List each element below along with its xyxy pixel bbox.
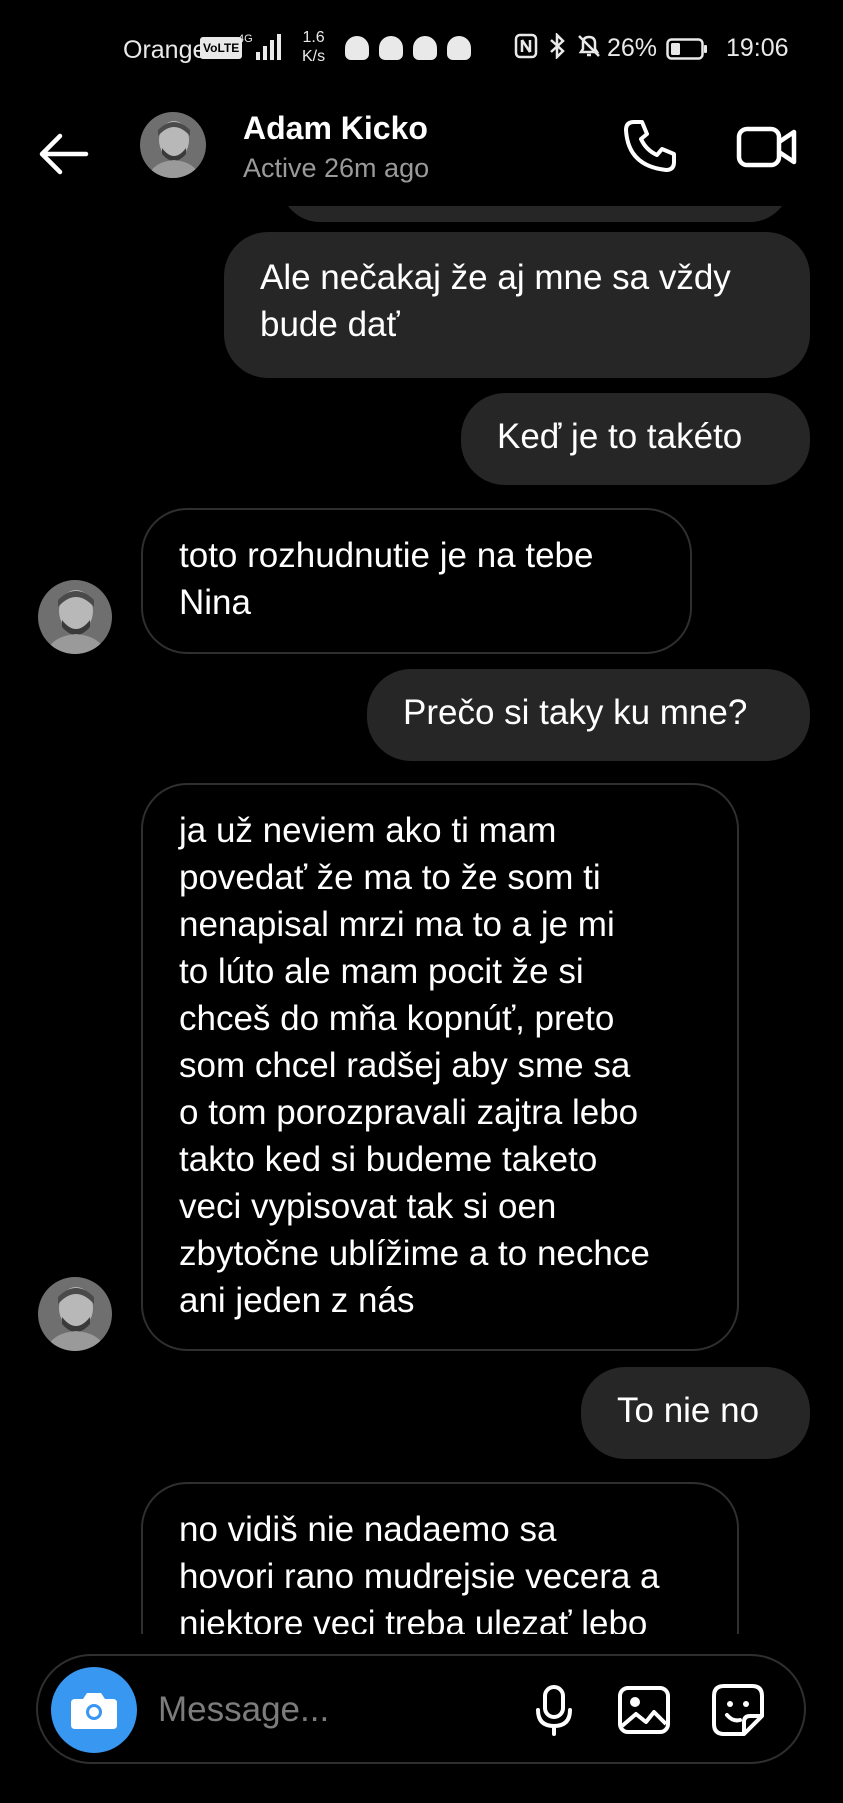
network-speed: 1.6 K/s [302, 29, 326, 65]
camera-button[interactable] [51, 1667, 137, 1753]
carrier-label: Orange [123, 36, 207, 64]
video-camera-icon[interactable] [736, 118, 798, 176]
contact-status: Active 26m ago [243, 153, 430, 183]
message-bubble-received[interactable]: no vidiš nie nadaemo sa hovori rano mudr… [141, 1482, 739, 1634]
message-bubble-sent[interactable]: To nie no [581, 1367, 810, 1459]
message-bubble-sent[interactable]: Keď je to takéto [461, 393, 810, 485]
contact-name[interactable]: Adam Kicko [243, 110, 428, 147]
snapchat-icon [413, 36, 437, 60]
previous-message-bubble-edge [280, 206, 790, 222]
message-input[interactable] [156, 1680, 540, 1740]
phone-icon[interactable] [620, 116, 680, 176]
system-icons [514, 33, 602, 59]
snapchat-icon [345, 36, 369, 60]
sticker-icon[interactable] [710, 1682, 766, 1738]
chat-header: Adam Kicko Active 26m ago [0, 96, 843, 206]
nfc-icon [514, 33, 538, 59]
bluetooth-icon [550, 33, 565, 59]
sender-avatar[interactable] [38, 580, 112, 654]
signal-icon: 4G [238, 33, 281, 60]
sender-avatar[interactable] [38, 1277, 112, 1351]
snapchat-icon [447, 36, 471, 60]
mute-icon [578, 35, 600, 57]
volte-badge: VoLTE [200, 37, 243, 59]
battery-icon [666, 38, 707, 60]
clock: 19:06 [726, 34, 789, 62]
message-bubble-received[interactable]: toto rozhudnutie je na tebe Nina [141, 508, 692, 654]
status-bar: Orange VoLTE 4G 1.6 K/s 26% 19:06 [0, 0, 843, 96]
avatar[interactable] [140, 112, 206, 178]
image-icon[interactable] [616, 1682, 672, 1738]
message-bubble-received[interactable]: ja už neviem ako ti mam povedať že ma to… [141, 783, 739, 1351]
camera-icon [71, 1693, 117, 1729]
message-composer [36, 1654, 806, 1764]
message-thread[interactable]: Ale nečakaj že aj mne sa vždy bude dať K… [0, 206, 843, 1634]
microphone-icon[interactable] [526, 1682, 582, 1738]
snapchat-notification-icons [345, 36, 471, 60]
message-bubble-sent[interactable]: Prečo si taky ku mne? [367, 669, 810, 761]
message-bubble-sent[interactable]: Ale nečakaj že aj mne sa vždy bude dať [224, 232, 810, 378]
battery-percent: 26% [607, 34, 658, 62]
back-arrow-icon[interactable] [36, 126, 92, 182]
snapchat-icon [379, 36, 403, 60]
svg-text:4G: 4G [238, 33, 253, 45]
